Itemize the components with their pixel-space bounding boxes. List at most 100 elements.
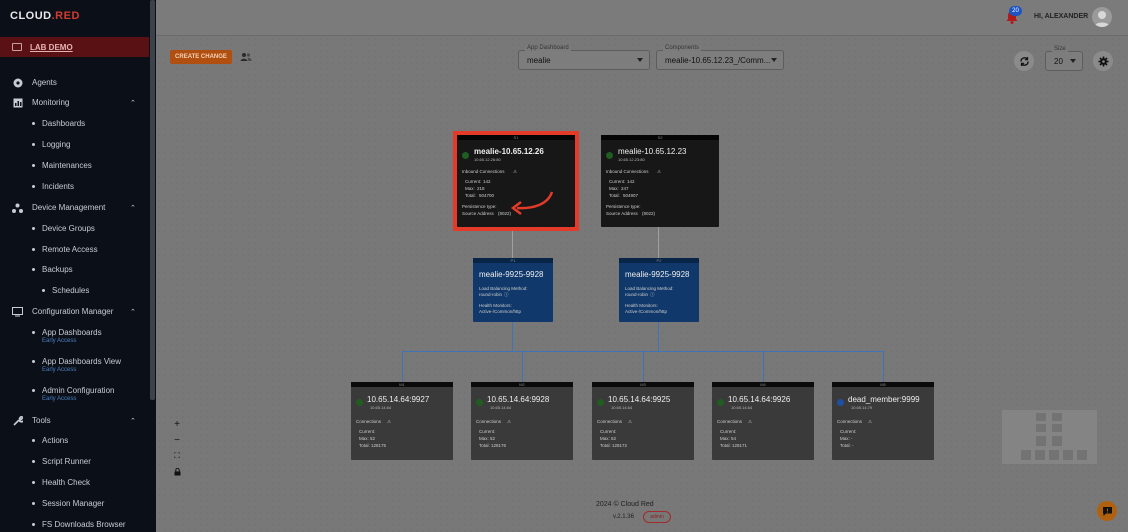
zoom-out-button[interactable]: −	[170, 433, 184, 447]
sidebar-item-label: Logging	[42, 140, 71, 149]
warning-icon: ⚠	[657, 169, 662, 174]
refresh-button[interactable]	[1014, 51, 1034, 71]
pool-node[interactable]: P1 mealie-9925-9928 Load Balancing Metho…	[473, 258, 553, 322]
people-icon[interactable]	[240, 52, 252, 62]
settings-button[interactable]	[1093, 51, 1113, 71]
health-monitors-value: Active-/Common/http	[625, 309, 668, 314]
max-value: Max: 52	[600, 436, 617, 441]
node-title: 10.65.14.64:9928	[487, 395, 550, 404]
node-title: 10.65.14.64:9925	[608, 395, 671, 404]
sidebar-item-session-manager[interactable]: Session Manager	[32, 499, 104, 508]
sidebar-item-backups[interactable]: Backups	[32, 265, 73, 274]
node-header: M5	[832, 382, 934, 387]
member-node[interactable]: M3 10.65.14.64:9925 10.65.14.64 Connecti…	[592, 382, 694, 460]
node-title: dead_member:9999	[848, 395, 920, 404]
sidebar-item-agents[interactable]: Agents	[0, 77, 149, 88]
sidebar-item-label: App Dashboards	[42, 328, 102, 337]
bullet-icon	[32, 360, 35, 363]
size-select-label: Size	[1052, 46, 1068, 52]
components-select-value: mealie-10.65.12.23_/Comm...	[665, 56, 771, 65]
current-label: Current:	[609, 179, 626, 184]
persistence-label: Persistence type:	[606, 204, 641, 209]
bullet-icon	[32, 268, 35, 271]
sidebar-item-label: Maintenances	[42, 161, 92, 170]
app-dashboard-select-label: App Dashboard	[525, 45, 571, 51]
notification-badge: 20	[1009, 6, 1022, 16]
member-node[interactable]: M2 10.65.14.64:9928 10.65.14.64 Connecti…	[471, 382, 573, 460]
lab-demo-label: LAB DEMO	[30, 42, 73, 52]
sidebar-item-monitoring[interactable]: Monitoring ⌃	[0, 97, 149, 108]
connector-line	[883, 351, 884, 382]
sidebar-item-label: Script Runner	[42, 457, 91, 466]
sidebar-item-tools[interactable]: Tools ⌃	[0, 415, 149, 426]
warning-icon: ⚠	[748, 419, 753, 424]
sidebar-item-fs-downloads-browser[interactable]: FS Downloads Browser	[32, 520, 126, 529]
sidebar-item-app-dashboards-view[interactable]: App Dashboards View	[32, 357, 121, 366]
components-select[interactable]: Components mealie-10.65.12.23_/Comm...	[656, 45, 784, 70]
create-change-button[interactable]: CREATE CHANGE	[170, 50, 232, 64]
status-up-icon	[717, 399, 724, 406]
sidebar-item-device-management[interactable]: Device Management ⌃	[0, 202, 149, 213]
sidebar-item-incidents[interactable]: Incidents	[32, 182, 74, 191]
node-header: P1	[473, 258, 553, 263]
size-select[interactable]: Size 20	[1045, 46, 1083, 71]
chevron-up-icon: ⌃	[130, 417, 136, 425]
total-value: Total: 128175	[359, 443, 387, 448]
sidebar-item-configuration-manager[interactable]: Configuration Manager ⌃	[0, 306, 149, 317]
chevron-up-icon: ⌃	[130, 99, 136, 107]
total-value: 504907	[623, 193, 639, 198]
app-dashboard-select[interactable]: App Dashboard mealie	[518, 45, 650, 70]
zoom-in-button[interactable]: +	[170, 417, 184, 431]
lab-demo-link[interactable]: LAB DEMO	[0, 37, 149, 57]
pool-node[interactable]: P2 mealie-9925-9928 Load Balancing Metho…	[619, 258, 699, 322]
source-address-link[interactable]: (9022)	[642, 210, 655, 217]
node-title: 10.65.14.64:9926	[728, 395, 791, 404]
member-node[interactable]: M5 dead_member:9999 10.65.14.79 Connecti…	[832, 382, 934, 460]
sidebar-item-schedules[interactable]: Schedules	[42, 286, 89, 295]
sidebar-item-logging[interactable]: Logging	[32, 140, 70, 149]
node-address: 10.65.14.64	[370, 405, 392, 410]
max-value: Max: 52	[359, 436, 376, 441]
greeting[interactable]: HI, ALEXANDER	[1034, 13, 1088, 20]
member-node[interactable]: M4 10.65.14.64:9926 10.65.14.64 Connecti…	[712, 382, 814, 460]
bullet-icon	[32, 248, 35, 251]
early-access-tag: Early Access	[42, 338, 77, 344]
sidebar-item-label: Incidents	[42, 182, 75, 191]
connections-label: Connections	[356, 419, 382, 424]
server-node[interactable]: S2 mealie-10.65.12.23 10.65.12.23:80 Inb…	[601, 135, 719, 227]
node-address: 10.65.14.64	[611, 405, 633, 410]
wrench-icon	[12, 415, 23, 426]
info-icon[interactable]: ⓘ	[650, 291, 655, 298]
sidebar-item-maintenances[interactable]: Maintenances	[32, 161, 92, 170]
minimap-node	[1052, 413, 1062, 421]
current-label: Current:	[479, 429, 496, 434]
status-up-icon	[606, 152, 613, 159]
sidebar-item-actions[interactable]: Actions	[32, 436, 68, 445]
node-title: 10.65.14.64:9927	[367, 395, 430, 404]
node-header: M2	[471, 382, 573, 387]
fit-view-button[interactable]: ⛶	[170, 449, 184, 463]
status-up-icon	[476, 399, 483, 406]
lock-button[interactable]	[170, 465, 184, 479]
sidebar-item-health-check[interactable]: Health Check	[32, 478, 90, 487]
sidebar-item-script-runner[interactable]: Script Runner	[32, 457, 91, 466]
avatar[interactable]	[1092, 7, 1112, 27]
minimap[interactable]	[1002, 410, 1097, 464]
member-node[interactable]: M1 10.65.14.64:9927 10.65.14.64 Connecti…	[351, 382, 453, 460]
sidebar-item-device-groups[interactable]: Device Groups	[32, 224, 95, 233]
lock-icon	[174, 468, 180, 476]
total-value: Total: 128171	[720, 443, 748, 448]
sidebar-item-label: Device Management	[32, 203, 106, 212]
sidebar-scrollbar[interactable]	[150, 0, 155, 400]
current-value[interactable]: 142	[627, 178, 635, 185]
chat-button[interactable]	[1097, 501, 1117, 521]
sidebar-item-label: Admin Configuration	[42, 386, 115, 395]
sidebar-item-dashboards[interactable]: Dashboards	[32, 119, 85, 128]
sidebar-item-app-dashboards[interactable]: App Dashboards	[32, 328, 102, 337]
bullet-icon	[32, 502, 35, 505]
sidebar-item-admin-configuration[interactable]: Admin Configuration	[32, 386, 114, 395]
info-icon[interactable]: ⓘ	[504, 291, 509, 298]
sidebar-item-remote-access[interactable]: Remote Access	[32, 245, 98, 254]
app-logo[interactable]: CLOUD.RED	[10, 10, 80, 22]
dropdown-arrow-icon	[1070, 59, 1076, 63]
